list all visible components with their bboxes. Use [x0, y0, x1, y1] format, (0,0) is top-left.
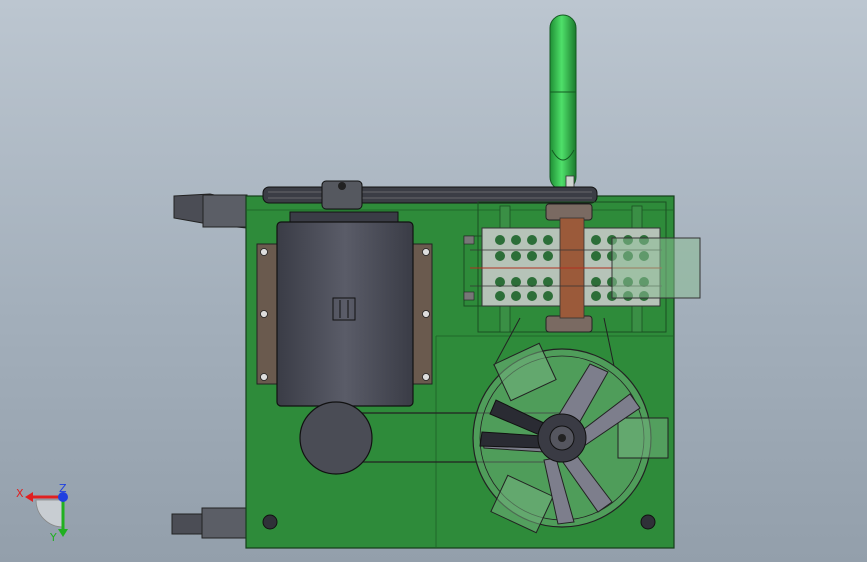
outlet-pipe: [549, 14, 577, 191]
x-axis-label: X: [16, 487, 24, 500]
bolt-hole: [262, 514, 278, 530]
mounting-foot-bottom: [171, 507, 249, 539]
motor: [256, 211, 433, 407]
machine-model[interactable]: [171, 14, 701, 549]
z-axis-label: Z: [59, 482, 67, 495]
mounting-foot-top: [173, 193, 248, 229]
y-axis-label: Y: [49, 531, 57, 544]
cad-viewport[interactable]: X Y Z: [0, 0, 867, 562]
bolt-hole: [640, 514, 656, 530]
axis-triad: X Y Z: [16, 482, 68, 544]
